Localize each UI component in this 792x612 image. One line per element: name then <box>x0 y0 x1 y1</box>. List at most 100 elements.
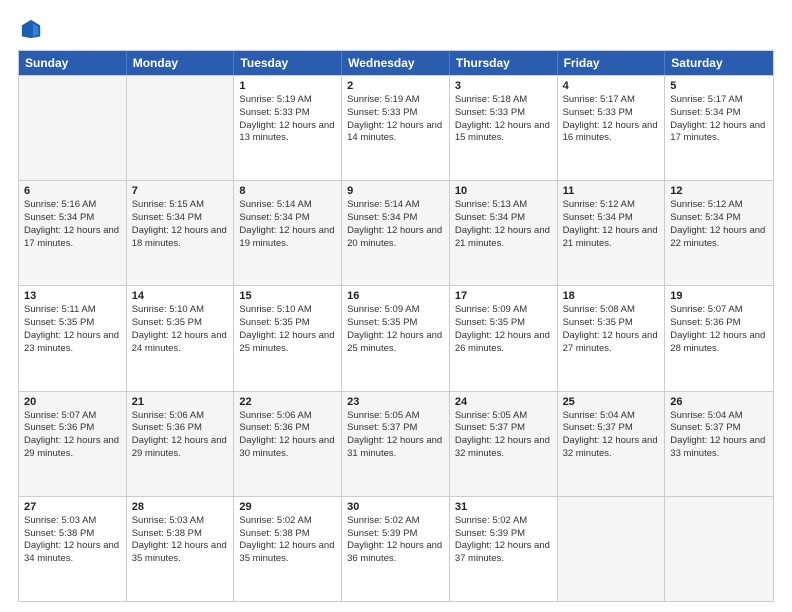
day-cell: 16Sunrise: 5:09 AM Sunset: 5:35 PM Dayli… <box>342 286 450 390</box>
cell-info: Sunrise: 5:17 AM Sunset: 5:33 PM Dayligh… <box>563 94 660 145</box>
day-cell: 13Sunrise: 5:11 AM Sunset: 5:35 PM Dayli… <box>19 286 127 390</box>
day-cell: 11 Sunrise: 5:12 AM Sunset: 5:34 PM Dayli… <box>558 181 666 285</box>
day-cell: 29 Sunrise: 5:02 AM Sunset: 5:38 PM Dayli… <box>234 497 342 601</box>
cell-info: Sunrise: 5:04 AM Sunset: 5:37 PM Dayligh… <box>563 410 660 461</box>
cell-info: Sunrise: 5:04 AM Sunset: 5:37 PM Dayligh… <box>670 410 768 461</box>
day-number: 29 <box>239 501 336 513</box>
cell-info: Sunrise: 5:10 AM Sunset: 5:35 PM Dayligh… <box>239 304 336 355</box>
cell-info: Sunrise: 5:17 AM Sunset: 5:34 PM Dayligh… <box>670 94 768 145</box>
day-cell: 30Sunrise: 5:02 AM Sunset: 5:39 PM Dayli… <box>342 497 450 601</box>
day-cell: 26 Sunrise: 5:04 AM Sunset: 5:37 PM Dayli… <box>665 392 773 496</box>
day-number: 28 <box>132 501 229 513</box>
day-number: 6 <box>24 185 121 197</box>
header <box>18 18 774 40</box>
cell-info: Sunrise: 5:09 AM Sunset: 5:35 PM Dayligh… <box>455 304 552 355</box>
weekday-header: Sunday <box>19 51 127 75</box>
day-cell: 19 Sunrise: 5:07 AM Sunset: 5:36 PM Dayli… <box>665 286 773 390</box>
day-cell: 23 Sunrise: 5:05 AM Sunset: 5:37 PM Dayli… <box>342 392 450 496</box>
day-number: 19 <box>670 290 768 302</box>
day-cell: 1 Sunrise: 5:19 AM Sunset: 5:33 PM Daylig… <box>234 76 342 180</box>
empty-cell <box>19 76 127 180</box>
cell-info: Sunrise: 5:19 AM Sunset: 5:33 PM Dayligh… <box>239 94 336 145</box>
day-number: 12 <box>670 185 768 197</box>
calendar-row: 1 Sunrise: 5:19 AM Sunset: 5:33 PM Daylig… <box>19 75 773 180</box>
weekday-header: Wednesday <box>342 51 450 75</box>
day-number: 30 <box>347 501 444 513</box>
day-number: 24 <box>455 396 552 408</box>
day-cell: 5 Sunrise: 5:17 AM Sunset: 5:34 PM Daylig… <box>665 76 773 180</box>
cell-info: Sunrise: 5:14 AM Sunset: 5:34 PM Dayligh… <box>239 199 336 250</box>
calendar-page: SundayMondayTuesdayWednesdayThursdayFrid… <box>0 0 792 612</box>
cell-info: Sunrise: 5:02 AM Sunset: 5:38 PM Dayligh… <box>239 515 336 566</box>
day-cell: 10 Sunrise: 5:13 AM Sunset: 5:34 PM Dayli… <box>450 181 558 285</box>
day-number: 1 <box>239 80 336 92</box>
cell-info: Sunrise: 5:07 AM Sunset: 5:36 PM Dayligh… <box>670 304 768 355</box>
day-number: 11 <box>563 185 660 197</box>
day-number: 31 <box>455 501 552 513</box>
day-number: 10 <box>455 185 552 197</box>
empty-cell <box>127 76 235 180</box>
weekday-header: Monday <box>127 51 235 75</box>
weekday-header: Tuesday <box>234 51 342 75</box>
day-number: 23 <box>347 396 444 408</box>
empty-cell <box>665 497 773 601</box>
day-cell: 20 Sunrise: 5:07 AM Sunset: 5:36 PM Dayli… <box>19 392 127 496</box>
day-number: 8 <box>239 185 336 197</box>
day-cell: 28Sunrise: 5:03 AM Sunset: 5:38 PM Dayli… <box>127 497 235 601</box>
cell-info: Sunrise: 5:12 AM Sunset: 5:34 PM Dayligh… <box>563 199 660 250</box>
day-number: 2 <box>347 80 444 92</box>
day-number: 15 <box>239 290 336 302</box>
day-cell: 2 Sunrise: 5:19 AM Sunset: 5:33 PM Daylig… <box>342 76 450 180</box>
day-number: 21 <box>132 396 229 408</box>
day-cell: 22Sunrise: 5:06 AM Sunset: 5:36 PM Dayli… <box>234 392 342 496</box>
day-cell: 4Sunrise: 5:17 AM Sunset: 5:33 PM Daylig… <box>558 76 666 180</box>
cell-info: Sunrise: 5:12 AM Sunset: 5:34 PM Dayligh… <box>670 199 768 250</box>
day-cell: 21 Sunrise: 5:06 AM Sunset: 5:36 PM Dayli… <box>127 392 235 496</box>
weekday-header: Thursday <box>450 51 558 75</box>
weekday-header: Friday <box>558 51 666 75</box>
day-number: 27 <box>24 501 121 513</box>
day-number: 16 <box>347 290 444 302</box>
cell-info: Sunrise: 5:06 AM Sunset: 5:36 PM Dayligh… <box>132 410 229 461</box>
day-cell: 6 Sunrise: 5:16 AM Sunset: 5:34 PM Daylig… <box>19 181 127 285</box>
day-cell: 14Sunrise: 5:10 AM Sunset: 5:35 PM Dayli… <box>127 286 235 390</box>
cell-info: Sunrise: 5:16 AM Sunset: 5:34 PM Dayligh… <box>24 199 121 250</box>
calendar-row: 27 Sunrise: 5:03 AM Sunset: 5:38 PM Dayli… <box>19 496 773 601</box>
day-cell: 9 Sunrise: 5:14 AM Sunset: 5:34 PM Daylig… <box>342 181 450 285</box>
cell-info: Sunrise: 5:06 AM Sunset: 5:36 PM Dayligh… <box>239 410 336 461</box>
cell-info: Sunrise: 5:13 AM Sunset: 5:34 PM Dayligh… <box>455 199 552 250</box>
cell-info: Sunrise: 5:05 AM Sunset: 5:37 PM Dayligh… <box>347 410 444 461</box>
cell-info: Sunrise: 5:08 AM Sunset: 5:35 PM Dayligh… <box>563 304 660 355</box>
weekday-header: Saturday <box>665 51 773 75</box>
cell-info: Sunrise: 5:11 AM Sunset: 5:35 PM Dayligh… <box>24 304 121 355</box>
day-number: 5 <box>670 80 768 92</box>
day-number: 14 <box>132 290 229 302</box>
day-cell: 3Sunrise: 5:18 AM Sunset: 5:33 PM Daylig… <box>450 76 558 180</box>
cell-info: Sunrise: 5:14 AM Sunset: 5:34 PM Dayligh… <box>347 199 444 250</box>
day-cell: 12 Sunrise: 5:12 AM Sunset: 5:34 PM Dayli… <box>665 181 773 285</box>
day-cell: 8 Sunrise: 5:14 AM Sunset: 5:34 PM Daylig… <box>234 181 342 285</box>
calendar-row: 13Sunrise: 5:11 AM Sunset: 5:35 PM Dayli… <box>19 285 773 390</box>
day-number: 7 <box>132 185 229 197</box>
logo <box>18 18 42 40</box>
empty-cell <box>558 497 666 601</box>
cell-info: Sunrise: 5:19 AM Sunset: 5:33 PM Dayligh… <box>347 94 444 145</box>
day-cell: 18Sunrise: 5:08 AM Sunset: 5:35 PM Dayli… <box>558 286 666 390</box>
day-number: 26 <box>670 396 768 408</box>
logo-icon <box>20 18 42 40</box>
day-number: 20 <box>24 396 121 408</box>
day-number: 3 <box>455 80 552 92</box>
cell-info: Sunrise: 5:05 AM Sunset: 5:37 PM Dayligh… <box>455 410 552 461</box>
day-cell: 17Sunrise: 5:09 AM Sunset: 5:35 PM Dayli… <box>450 286 558 390</box>
day-cell: 31 Sunrise: 5:02 AM Sunset: 5:39 PM Dayli… <box>450 497 558 601</box>
day-cell: 27 Sunrise: 5:03 AM Sunset: 5:38 PM Dayli… <box>19 497 127 601</box>
day-cell: 24 Sunrise: 5:05 AM Sunset: 5:37 PM Dayli… <box>450 392 558 496</box>
cell-info: Sunrise: 5:03 AM Sunset: 5:38 PM Dayligh… <box>24 515 121 566</box>
day-number: 9 <box>347 185 444 197</box>
calendar-row: 20 Sunrise: 5:07 AM Sunset: 5:36 PM Dayli… <box>19 391 773 496</box>
day-number: 25 <box>563 396 660 408</box>
calendar: SundayMondayTuesdayWednesdayThursdayFrid… <box>18 50 774 602</box>
cell-info: Sunrise: 5:07 AM Sunset: 5:36 PM Dayligh… <box>24 410 121 461</box>
cell-info: Sunrise: 5:02 AM Sunset: 5:39 PM Dayligh… <box>455 515 552 566</box>
cell-info: Sunrise: 5:15 AM Sunset: 5:34 PM Dayligh… <box>132 199 229 250</box>
